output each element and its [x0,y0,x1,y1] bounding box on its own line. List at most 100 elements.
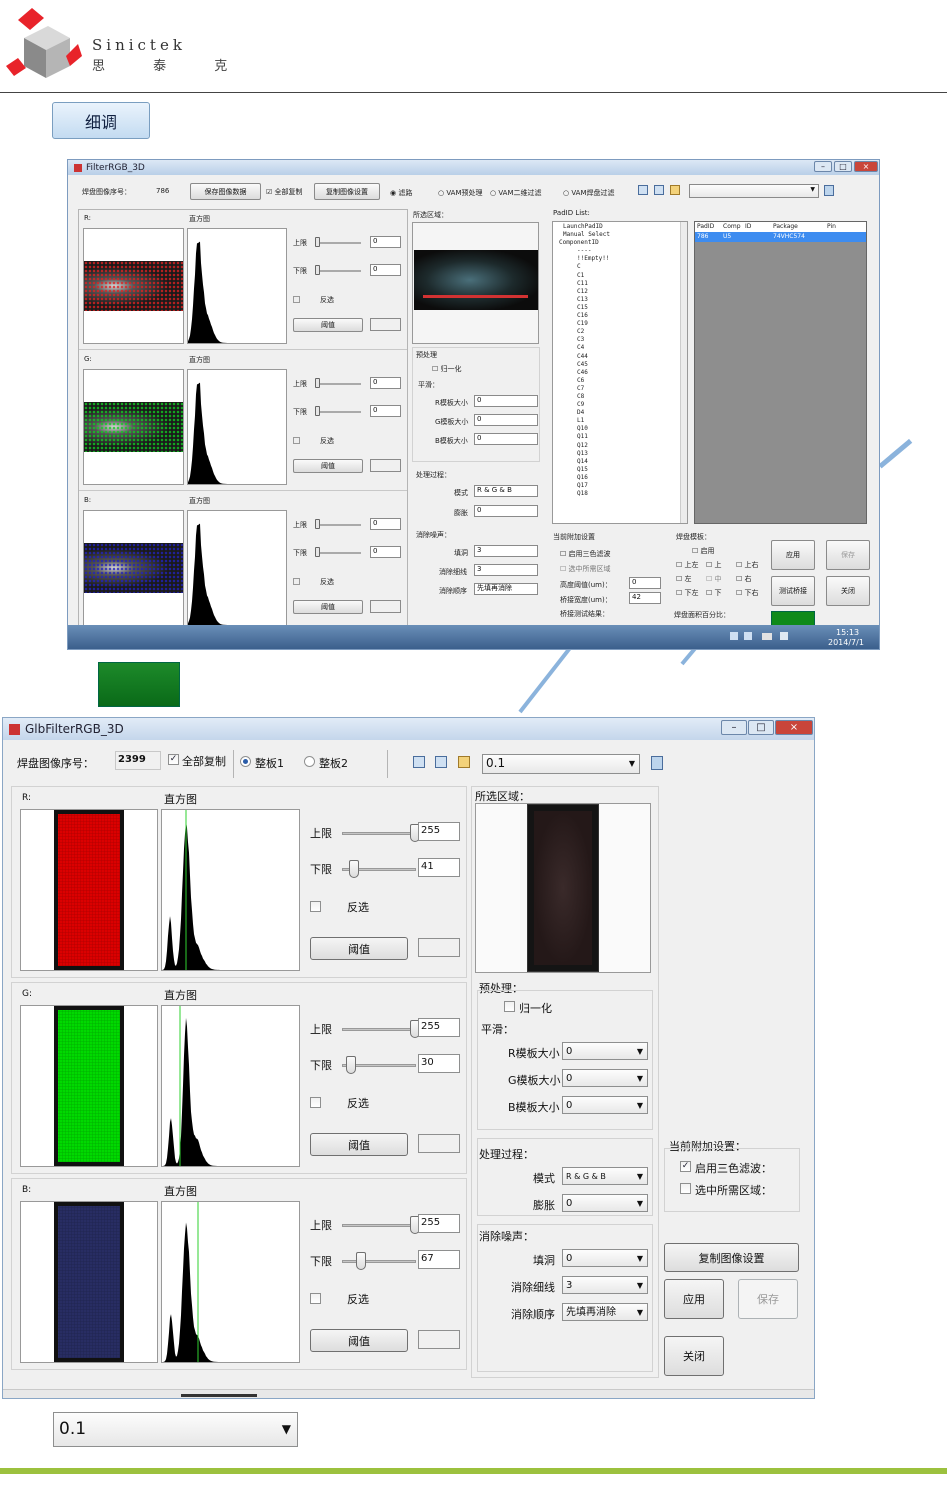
lower-slider-thumb[interactable] [315,406,320,416]
select-region-checkbox[interactable] [680,1183,691,1194]
upper-input[interactable]: 0 [370,236,401,248]
tree-item[interactable]: C15 [555,304,685,312]
save-image-data-button[interactable]: 保存图像数据 [190,183,261,200]
minimize-icon[interactable]: – [721,720,747,735]
tricolor-checkbox[interactable]: ✓ [680,1161,691,1172]
width-input[interactable]: 42 [629,592,661,604]
lower-slider-thumb[interactable] [315,547,320,557]
invert-checkbox[interactable] [310,901,321,912]
dilate-combo[interactable]: 0 ▼ [562,1194,648,1212]
upper-slider-thumb[interactable] [315,378,320,388]
order-combo[interactable]: 先填再消除 ▼ [562,1303,648,1321]
tree-item[interactable]: Manual Select [555,231,685,239]
maximize-icon[interactable]: □ [748,720,774,735]
threshold-button[interactable]: 阈值 [310,937,408,960]
lower-slider[interactable] [317,552,361,554]
tree-item[interactable]: Q15 [555,466,685,474]
tree-item[interactable]: C11 [555,280,685,288]
tray-network-icon[interactable] [730,632,738,640]
tree-item[interactable]: Q14 [555,458,685,466]
lower-input[interactable]: 0 [370,264,401,276]
threshold-input[interactable] [370,318,401,331]
invert-checkbox[interactable] [293,578,300,585]
tree-item[interactable]: D4 [555,409,685,417]
invert-checkbox[interactable] [293,296,300,303]
upper-slider-thumb[interactable] [315,237,320,247]
tree-item[interactable]: Q17 [555,482,685,490]
upper-slider[interactable] [317,383,361,385]
b-size-combo[interactable]: 0 ▼ [562,1096,648,1114]
tree-scrollbar[interactable] [680,222,687,523]
mode-combo[interactable]: R & G & B ▼ [562,1167,648,1185]
lower-slider[interactable] [342,1260,416,1263]
parameter-combo[interactable]: 0.1 ▼ [482,754,640,774]
test-bridge-button[interactable]: 测试桥接 [771,576,815,606]
copy-all-checkbox[interactable]: ☑ 全部复制 [266,187,303,197]
threshold-button[interactable]: 阈值 [310,1329,408,1352]
close-icon[interactable]: × [775,720,813,735]
upper-input[interactable]: 255 [418,1018,460,1037]
table-cell[interactable] [825,232,865,242]
lower-input[interactable]: 0 [370,546,401,558]
threshold-combo[interactable]: 0.1 ▼ [53,1412,298,1447]
padid-tree[interactable]: LaunchPadID Manual Select ComponentID ----!… [552,221,688,524]
table-header-cell[interactable]: Pin [825,222,865,232]
apply-button[interactable]: 应用 [771,540,815,570]
thin-combo[interactable]: 3 ▼ [562,1276,648,1294]
radio-vam-pre[interactable]: ○ VAM预处理 [438,188,483,198]
tree-item[interactable]: C7 [555,385,685,393]
threshold-button[interactable]: 阈值 [310,1133,408,1156]
tree-item[interactable]: C [555,263,685,271]
tree-item[interactable]: C45 [555,361,685,369]
lower-input[interactable]: 41 [418,858,460,877]
table-header-cell[interactable]: Comp [721,222,743,232]
lower-input[interactable]: 0 [370,405,401,417]
upper-slider[interactable] [317,242,361,244]
lower-slider-thumb[interactable] [356,1252,366,1270]
table-cell[interactable] [743,232,771,242]
tree-item[interactable]: C19 [555,320,685,328]
close-icon[interactable]: × [854,161,878,172]
tree-item[interactable]: Q12 [555,442,685,450]
settings-icon[interactable] [651,756,663,770]
board2-radio[interactable] [304,756,315,767]
g-size-combo[interactable]: 0 ▼ [562,1069,648,1087]
pad-model-cell-checkbox[interactable]: ☐ 下左 [676,588,699,598]
save-as-icon[interactable] [435,756,447,768]
table-header-cell[interactable]: ID [743,222,771,232]
threshold-button[interactable]: 阈值 [293,459,363,473]
tree-item[interactable]: Q18 [555,490,685,498]
tree-item[interactable]: C8 [555,393,685,401]
fill-combo[interactable]: 0 ▼ [562,1249,648,1267]
minimize-icon[interactable]: – [814,161,832,172]
g-size-combo[interactable]: 0 [474,414,538,426]
pad-model-cell-checkbox[interactable]: ☐ 下右 [736,588,759,598]
tree-item[interactable]: !!Empty!! [555,255,685,263]
save-as-icon[interactable] [654,185,664,195]
tree-item[interactable]: C6 [555,377,685,385]
parameter-combo[interactable]: ▼ [689,184,819,198]
tree-item[interactable]: Q16 [555,474,685,482]
invert-checkbox[interactable] [310,1097,321,1108]
upper-input[interactable]: 0 [370,518,401,530]
tricolor-checkbox[interactable]: ☐ 启用三色滤波 [560,549,611,559]
tray-keyboard-icon[interactable] [762,633,772,640]
threshold-input[interactable] [370,600,401,613]
tree-item[interactable]: L1 [555,417,685,425]
save-icon[interactable] [638,185,648,195]
tray-flag-icon[interactable] [780,632,788,640]
close-button[interactable]: 关闭 [664,1336,724,1376]
pad-model-cell-checkbox[interactable]: ☐ 上右 [736,560,759,570]
pad-model-cell-checkbox[interactable]: ☐ 右 [736,574,752,584]
threshold-button[interactable]: 阈值 [293,318,363,332]
tree-item[interactable]: Q10 [555,425,685,433]
r-size-combo[interactable]: 0 [474,395,538,407]
threshold-input[interactable] [418,1134,460,1153]
upper-slider[interactable] [342,1028,416,1031]
upper-input[interactable]: 255 [418,1214,460,1233]
tree-item[interactable]: C13 [555,296,685,304]
pad-model-cell-checkbox[interactable]: ☐ 中 [706,574,722,584]
normalize-checkbox[interactable] [504,1001,515,1012]
invert-checkbox[interactable] [293,437,300,444]
lower-slider-thumb[interactable] [349,860,359,878]
